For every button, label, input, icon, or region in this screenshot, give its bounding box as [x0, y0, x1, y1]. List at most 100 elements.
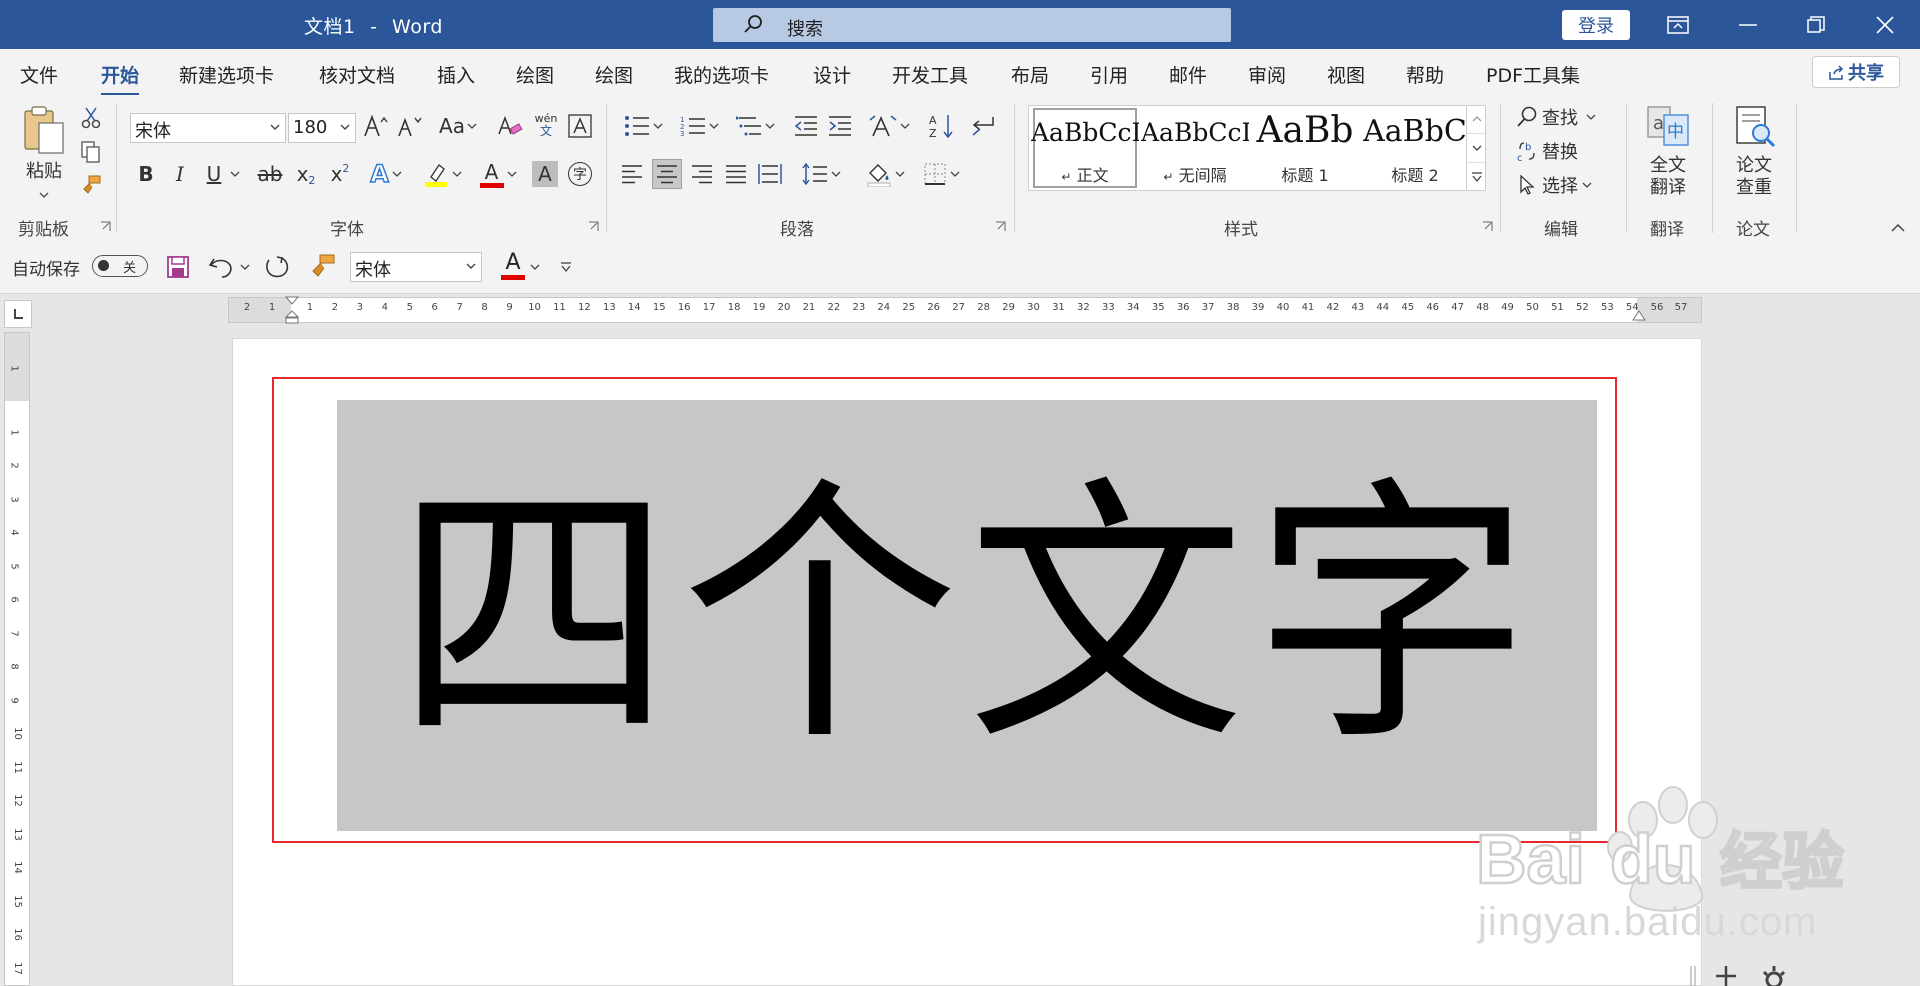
character-shading-button[interactable]: A	[532, 161, 558, 187]
tab-mailings[interactable]: 邮件	[1169, 61, 1207, 88]
chevron-down-icon[interactable]	[240, 263, 250, 271]
tab-my-tab[interactable]: 我的选项卡	[674, 61, 769, 88]
customize-toolbar-icon[interactable]	[560, 261, 572, 273]
hanging-indent-marker[interactable]	[285, 310, 299, 324]
right-indent-marker[interactable]	[1632, 310, 1646, 322]
align-left-button[interactable]	[618, 159, 646, 189]
thesis-check-button[interactable]: 论文 查重	[1722, 105, 1786, 199]
grow-font-button[interactable]	[362, 111, 390, 141]
align-center-button[interactable]	[652, 159, 682, 189]
tab-draw-2[interactable]: 绘图	[595, 61, 633, 88]
find-button[interactable]: 查找	[1516, 103, 1612, 131]
format-painter-icon[interactable]	[308, 253, 336, 281]
bold-button[interactable]: B	[132, 159, 160, 189]
gear-icon[interactable]	[1760, 966, 1788, 986]
text-effects-button[interactable]: A	[364, 159, 408, 189]
bullets-button[interactable]	[618, 111, 668, 141]
strikethrough-button[interactable]: ab	[254, 159, 286, 189]
tab-design[interactable]: 设计	[813, 61, 851, 88]
style-no-spacing[interactable]: AaBbCcI ↵ 无间隔	[1141, 106, 1249, 190]
dialog-launcher-icon[interactable]	[995, 221, 1006, 232]
sort-button[interactable]: AZ	[928, 111, 956, 141]
qat-font-color-button[interactable]: A	[498, 251, 528, 280]
change-case-button[interactable]: Aa	[436, 111, 480, 141]
subscript-button[interactable]: x2	[292, 159, 320, 189]
tab-review[interactable]: 审阅	[1248, 61, 1286, 88]
dialog-launcher-icon[interactable]	[1482, 221, 1493, 232]
dialog-launcher-icon[interactable]	[588, 221, 599, 232]
style-normal[interactable]: AaBbCcI ↵ 正文	[1031, 106, 1139, 190]
tab-view[interactable]: 视图	[1327, 61, 1365, 88]
numbering-button[interactable]: 123	[674, 111, 724, 141]
font-name-combo[interactable]: 宋体	[130, 113, 286, 143]
format-painter-button[interactable]	[78, 173, 104, 199]
close-button[interactable]	[1850, 0, 1920, 49]
character-border-button[interactable]	[566, 111, 594, 141]
dialog-launcher-icon[interactable]	[100, 221, 111, 232]
italic-button[interactable]: I	[166, 159, 194, 189]
full-text-translate-button[interactable]: a中 全文 翻译	[1636, 105, 1700, 199]
save-icon[interactable]	[166, 255, 190, 279]
chevron-down-icon[interactable]	[530, 263, 540, 271]
gallery-down-button[interactable]	[1467, 134, 1487, 163]
tab-draw[interactable]: 绘图	[516, 61, 554, 88]
tab-developer[interactable]: 开发工具	[892, 61, 968, 88]
horizontal-ruler[interactable]: 2 1 1 2 3 4 5 6 7 8 9 10 11 12 13 14 15 16 17 18 19 20 21 22 23 2…	[228, 296, 1702, 324]
minimize-button[interactable]	[1713, 0, 1783, 49]
tab-new-tab[interactable]: 新建选项卡	[179, 61, 274, 88]
show-paragraph-marks-button[interactable]	[968, 111, 996, 141]
search-box[interactable]: 搜索	[713, 8, 1231, 42]
tab-help[interactable]: 帮助	[1406, 61, 1444, 88]
copy-button[interactable]	[78, 139, 104, 165]
highlight-color-button[interactable]	[418, 159, 466, 189]
tab-selector[interactable]	[4, 300, 32, 328]
qat-font-combo[interactable]: 宋体	[350, 252, 482, 282]
redo-icon[interactable]	[264, 254, 290, 280]
tab-insert[interactable]: 插入	[437, 61, 475, 88]
first-line-indent-marker[interactable]	[285, 296, 299, 306]
paste-button[interactable]: 粘贴	[18, 105, 70, 205]
cut-button[interactable]	[78, 105, 104, 131]
tab-proofread[interactable]: 核对文档	[319, 61, 395, 88]
clear-formatting-button[interactable]	[496, 111, 524, 141]
select-button[interactable]: 选择	[1516, 171, 1612, 199]
tab-file[interactable]: 文件	[20, 61, 58, 88]
shrink-font-button[interactable]	[396, 111, 424, 141]
phonetic-guide-button[interactable]: wén 文	[532, 109, 560, 141]
collapse-ribbon-icon[interactable]	[1890, 223, 1906, 233]
tab-pdf-tools[interactable]: PDF工具集	[1486, 61, 1580, 88]
share-button[interactable]: 共享	[1812, 56, 1900, 88]
vertical-ruler[interactable]: 1 1 2 3 4 5 6 7 8 9 10 11 12 13 14 15 16 17	[4, 332, 30, 986]
decrease-indent-button[interactable]	[792, 111, 820, 141]
style-heading-2[interactable]: AaBbC 标题 2	[1361, 106, 1469, 190]
gallery-more-button[interactable]	[1467, 163, 1487, 191]
replace-button[interactable]: bc 替换	[1516, 137, 1612, 165]
shading-button[interactable]	[860, 159, 910, 189]
zoom-in-icon[interactable]	[1714, 966, 1738, 986]
undo-icon[interactable]	[208, 255, 234, 279]
chinese-layout-button[interactable]	[864, 111, 914, 141]
document-text[interactable]: 四个文字	[337, 400, 1597, 831]
enclose-characters-button[interactable]: 字	[566, 159, 594, 189]
tab-home[interactable]: 开始	[101, 61, 140, 96]
increase-indent-button[interactable]	[826, 111, 854, 141]
tab-references[interactable]: 引用	[1090, 61, 1128, 88]
restore-button[interactable]	[1781, 0, 1851, 49]
multilevel-list-button[interactable]	[730, 111, 780, 141]
tab-layout[interactable]: 布局	[1011, 61, 1049, 88]
line-spacing-button[interactable]	[796, 159, 846, 189]
style-heading-1[interactable]: AaBb 标题 1	[1251, 106, 1359, 190]
underline-button[interactable]: U	[200, 159, 228, 189]
font-color-button[interactable]: A	[474, 159, 522, 189]
superscript-button[interactable]: x2	[326, 159, 354, 189]
ribbon-display-options-button[interactable]	[1643, 0, 1713, 49]
justify-button[interactable]	[722, 159, 750, 189]
font-size-combo[interactable]: 180	[288, 113, 356, 143]
autosave-toggle[interactable]: 关	[92, 255, 148, 277]
align-right-button[interactable]	[688, 159, 716, 189]
borders-button[interactable]	[916, 159, 966, 189]
gallery-up-button[interactable]	[1467, 105, 1487, 134]
chevron-down-icon[interactable]	[230, 170, 240, 178]
distributed-button[interactable]	[756, 159, 784, 189]
login-button[interactable]: 登录	[1562, 10, 1630, 40]
